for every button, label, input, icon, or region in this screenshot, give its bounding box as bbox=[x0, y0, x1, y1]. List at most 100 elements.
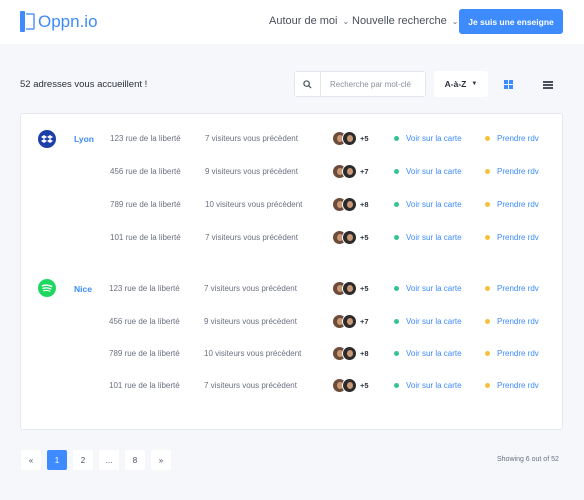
logo[interactable]: Oppn.io bbox=[20, 11, 98, 32]
sort-dropdown[interactable]: A-à-Z ▼ bbox=[434, 71, 488, 97]
visitor-avatars: +5 bbox=[332, 230, 369, 245]
visitors-text: 7 visiteurs vous précèdent bbox=[204, 284, 297, 293]
visitor-count-badge: +7 bbox=[360, 317, 369, 326]
rdv-link[interactable]: Prendre rdv bbox=[485, 317, 539, 326]
grid-icon[interactable] bbox=[504, 80, 514, 89]
pagination-page-1[interactable]: 1 bbox=[47, 450, 67, 470]
map-link[interactable]: Voir sur la carte bbox=[394, 349, 462, 358]
avatar bbox=[342, 281, 357, 296]
rdv-dot bbox=[485, 169, 490, 174]
dropbox-icon bbox=[38, 130, 56, 148]
visitor-avatars: +5 bbox=[332, 131, 369, 146]
logo-text: Oppn.io bbox=[38, 11, 98, 31]
nav-autour-de-moi[interactable]: Autour de moi ⌄ bbox=[269, 15, 349, 27]
rdv-link-label: Prendre rdv bbox=[497, 134, 539, 143]
visitor-avatars: +7 bbox=[332, 314, 369, 329]
search-icon[interactable] bbox=[295, 72, 321, 96]
visitors-text: 9 visiteurs vous précèdent bbox=[205, 167, 298, 176]
list-icon[interactable] bbox=[543, 81, 553, 89]
avatar bbox=[342, 164, 357, 179]
city-name-lyon[interactable]: Lyon bbox=[74, 134, 94, 144]
rdv-link[interactable]: Prendre rdv bbox=[485, 284, 539, 293]
visitors-text: 10 visiteurs vous précèdent bbox=[205, 200, 303, 209]
visitor-count-badge: +5 bbox=[360, 233, 369, 242]
rdv-link[interactable]: Prendre rdv bbox=[485, 200, 539, 209]
address-text: 456 rue de la liberté bbox=[109, 317, 180, 326]
nav-label: Autour de moi bbox=[269, 15, 338, 27]
chevron-down-icon: ⌄ bbox=[451, 16, 459, 26]
visitor-avatars: +5 bbox=[332, 281, 369, 296]
visitor-avatars: +5 bbox=[332, 378, 369, 393]
rdv-dot bbox=[485, 235, 490, 240]
map-link-label: Voir sur la carte bbox=[406, 284, 462, 293]
visitors-text: 7 visiteurs vous précèdent bbox=[204, 381, 297, 390]
map-dot bbox=[394, 235, 399, 240]
rdv-dot bbox=[485, 202, 490, 207]
rdv-link[interactable]: Prendre rdv bbox=[485, 233, 539, 242]
search-input[interactable] bbox=[321, 79, 421, 89]
city-name-nice[interactable]: Nice bbox=[74, 284, 92, 294]
rdv-link-label: Prendre rdv bbox=[497, 381, 539, 390]
search-box bbox=[294, 71, 426, 97]
rdv-link-label: Prendre rdv bbox=[497, 349, 539, 358]
spotify-icon bbox=[38, 279, 56, 297]
rdv-link[interactable]: Prendre rdv bbox=[485, 381, 539, 390]
visitors-text: 10 visiteurs vous précèdent bbox=[204, 349, 302, 358]
rdv-dot bbox=[485, 383, 490, 388]
visitor-count-badge: +7 bbox=[360, 167, 369, 176]
results-card: Lyon 123 rue de la liberté 7 visiteurs v… bbox=[20, 113, 563, 430]
visitor-count-badge: +5 bbox=[360, 284, 369, 293]
visitor-avatars: +7 bbox=[332, 164, 369, 179]
map-link[interactable]: Voir sur la carte bbox=[394, 317, 462, 326]
avatar bbox=[342, 346, 357, 361]
visitor-avatars: +8 bbox=[332, 197, 369, 212]
map-link[interactable]: Voir sur la carte bbox=[394, 284, 462, 293]
pagination-prev[interactable]: « bbox=[21, 450, 41, 470]
visitor-count-badge: +5 bbox=[360, 134, 369, 143]
map-dot bbox=[394, 169, 399, 174]
sort-label: A-à-Z bbox=[444, 79, 467, 89]
address-text: 101 rue de la liberté bbox=[109, 381, 180, 390]
rdv-link[interactable]: Prendre rdv bbox=[485, 167, 539, 176]
visitor-count-badge: +5 bbox=[360, 381, 369, 390]
avatar bbox=[342, 378, 357, 393]
map-dot bbox=[394, 136, 399, 141]
rdv-link[interactable]: Prendre rdv bbox=[485, 134, 539, 143]
map-dot bbox=[394, 319, 399, 324]
rdv-link-label: Prendre rdv bbox=[497, 284, 539, 293]
map-link-label: Voir sur la carte bbox=[406, 233, 462, 242]
rdv-link-label: Prendre rdv bbox=[497, 167, 539, 176]
map-link-label: Voir sur la carte bbox=[406, 349, 462, 358]
address-text: 789 rue de la liberté bbox=[109, 349, 180, 358]
avatar bbox=[342, 131, 357, 146]
map-link-label: Voir sur la carte bbox=[406, 134, 462, 143]
avatar bbox=[342, 230, 357, 245]
rdv-link-label: Prendre rdv bbox=[497, 200, 539, 209]
nav-nouvelle-recherche[interactable]: Nouvelle recherche ⌄ bbox=[352, 15, 458, 27]
rdv-link[interactable]: Prendre rdv bbox=[485, 349, 539, 358]
map-link[interactable]: Voir sur la carte bbox=[394, 381, 462, 390]
rdv-dot bbox=[485, 286, 490, 291]
map-link-label: Voir sur la carte bbox=[406, 167, 462, 176]
nav-label: Nouvelle recherche bbox=[352, 15, 447, 27]
map-dot bbox=[394, 351, 399, 356]
address-text: 123 rue de la liberté bbox=[110, 134, 181, 143]
visitor-count-badge: +8 bbox=[360, 349, 369, 358]
visitor-count-badge: +8 bbox=[360, 200, 369, 209]
address-text: 789 rue de la liberté bbox=[110, 200, 181, 209]
pagination-page-2[interactable]: 2 bbox=[73, 450, 93, 470]
map-link[interactable]: Voir sur la carte bbox=[394, 167, 462, 176]
rdv-dot bbox=[485, 319, 490, 324]
pagination-next[interactable]: » bbox=[151, 450, 171, 470]
avatar bbox=[342, 314, 357, 329]
map-dot bbox=[394, 383, 399, 388]
map-dot bbox=[394, 202, 399, 207]
pagination-page-8[interactable]: 8 bbox=[125, 450, 145, 470]
visitors-text: 9 visiteurs vous précèdent bbox=[204, 317, 297, 326]
map-link[interactable]: Voir sur la carte bbox=[394, 200, 462, 209]
map-link[interactable]: Voir sur la carte bbox=[394, 233, 462, 242]
rdv-link-label: Prendre rdv bbox=[497, 233, 539, 242]
enseigne-button[interactable]: Je suis une enseigne bbox=[459, 9, 563, 34]
map-link[interactable]: Voir sur la carte bbox=[394, 134, 462, 143]
map-dot bbox=[394, 286, 399, 291]
